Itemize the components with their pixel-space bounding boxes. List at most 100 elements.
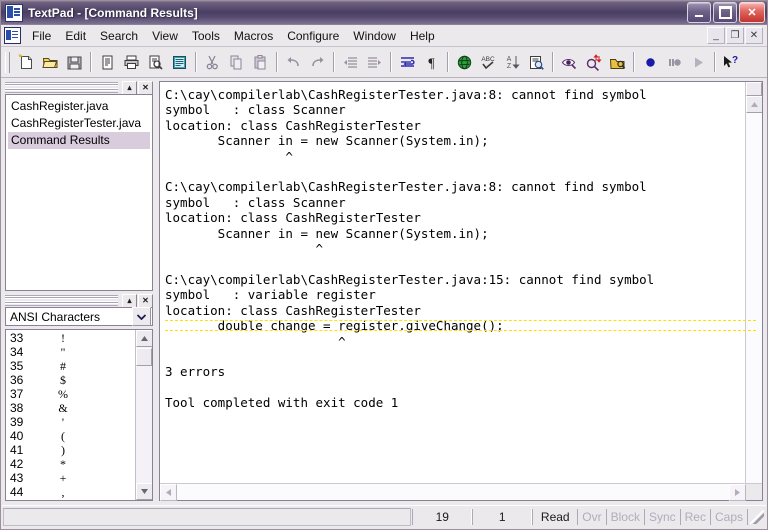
document-properties-icon[interactable] <box>167 51 191 74</box>
menu-configure[interactable]: Configure <box>280 27 346 45</box>
editor-hscrollbar-track[interactable] <box>177 484 729 500</box>
clip-library-select[interactable]: ANSI Characters <box>5 307 153 326</box>
command-results-editor: C:\cay\compilerlab\CashRegisterTester.ja… <box>159 81 763 501</box>
panel-drag-handle[interactable] <box>5 82 118 93</box>
list-item[interactable]: 33! <box>6 331 135 345</box>
document-item-cashregister[interactable]: CashRegister.java <box>8 98 150 115</box>
menu-file[interactable]: File <box>25 27 58 45</box>
svg-text:?: ? <box>732 55 738 66</box>
list-item[interactable]: 34" <box>6 345 135 359</box>
list-item[interactable]: 44, <box>6 485 135 499</box>
status-message-area <box>3 508 411 526</box>
pause-macro-icon[interactable] <box>662 51 686 74</box>
document-item-command-results[interactable]: Command Results <box>8 132 150 149</box>
document-selector-title-bar: ▴ ✕ <box>5 81 153 94</box>
undo-icon[interactable] <box>281 51 305 74</box>
menu-tools[interactable]: Tools <box>185 27 227 45</box>
editor-scroll-left-button[interactable] <box>160 484 177 501</box>
decrease-indent-icon[interactable] <box>338 51 362 74</box>
char-glyph: ! <box>48 331 78 345</box>
menu-view[interactable]: View <box>145 27 185 45</box>
scrollbar-thumb[interactable] <box>136 348 152 366</box>
editor-scroll-right-button[interactable] <box>729 484 746 501</box>
list-item[interactable]: 39' <box>6 415 135 429</box>
menu-window[interactable]: Window <box>346 27 403 45</box>
clip-library-selected-value: ANSI Characters <box>6 310 132 324</box>
spell-check-icon[interactable]: ABC <box>476 51 500 74</box>
toolbar-separator <box>552 52 553 72</box>
scrollbar-track[interactable] <box>136 366 152 483</box>
list-item[interactable]: 45- <box>6 499 135 500</box>
editor-scrollbar-track[interactable] <box>746 113 762 483</box>
web-browser-icon[interactable] <box>452 51 476 74</box>
editor-scroll-up-button[interactable] <box>746 96 763 113</box>
list-item[interactable]: 35# <box>6 359 135 373</box>
char-code: 44 <box>6 485 48 499</box>
word-wrap-icon[interactable] <box>395 51 419 74</box>
record-macro-icon[interactable] <box>638 51 662 74</box>
list-item[interactable]: 41) <box>6 443 135 457</box>
menu-macros[interactable]: Macros <box>227 27 280 45</box>
open-file-icon[interactable] <box>38 51 62 74</box>
replace-icon[interactable] <box>605 51 629 74</box>
menu-search[interactable]: Search <box>93 27 145 45</box>
selection-dashed-line-top <box>165 320 756 321</box>
char-code: 41 <box>6 443 48 457</box>
svg-text:Z: Z <box>506 63 511 70</box>
clip-library-list[interactable]: 33! 34" 35# 36$ 37% 38& 39' 40( 41) 42* … <box>5 329 153 501</box>
editor-horizontal-scrollbar[interactable] <box>160 483 762 500</box>
mdi-minimize-button[interactable]: _ <box>707 27 725 44</box>
play-macro-icon[interactable] <box>686 51 710 74</box>
print-icon[interactable] <box>119 51 143 74</box>
copy-to-document-icon[interactable] <box>95 51 119 74</box>
document-icon[interactable] <box>4 27 21 44</box>
chevron-down-icon[interactable] <box>132 307 151 326</box>
show-paragraph-marks-icon[interactable]: ¶ <box>419 51 443 74</box>
panel-collapse-button[interactable]: ▴ <box>122 81 137 95</box>
list-item[interactable]: 40( <box>6 429 135 443</box>
list-item[interactable]: 37% <box>6 387 135 401</box>
char-code: 35 <box>6 359 48 373</box>
maximize-button[interactable] <box>713 2 737 23</box>
print-preview-icon[interactable] <box>143 51 167 74</box>
editor-text[interactable]: C:\cay\compilerlab\CashRegisterTester.ja… <box>160 82 745 483</box>
document-selector-list[interactable]: CashRegister.java CashRegisterTester.jav… <box>5 94 153 291</box>
editor-vertical-scrollbar[interactable] <box>745 82 762 483</box>
new-file-icon[interactable] <box>14 51 38 74</box>
editor-scrollbar-thumb[interactable] <box>746 82 762 96</box>
toolbar-grip[interactable] <box>5 52 10 73</box>
context-help-icon[interactable]: ? <box>719 51 743 74</box>
mdi-close-button[interactable]: ✕ <box>745 27 763 44</box>
close-button[interactable]: ✕ <box>739 2 765 23</box>
list-item[interactable]: 42* <box>6 457 135 471</box>
scroll-up-button[interactable] <box>136 330 153 347</box>
paste-icon[interactable] <box>248 51 272 74</box>
menu-help[interactable]: Help <box>403 27 442 45</box>
list-item[interactable]: 43+ <box>6 471 135 485</box>
clip-library-close-button[interactable]: ✕ <box>138 294 153 308</box>
clip-library-title-bar: ▴ ✕ <box>5 294 153 307</box>
panel-close-button[interactable]: ✕ <box>138 81 153 95</box>
redo-icon[interactable] <box>305 51 329 74</box>
toolbar-separator <box>333 52 334 72</box>
clip-library-collapse-button[interactable]: ▴ <box>122 294 137 308</box>
clip-library-drag-handle[interactable] <box>5 295 118 306</box>
sort-icon[interactable]: A Z <box>500 51 524 74</box>
copy-icon[interactable] <box>224 51 248 74</box>
list-item[interactable]: 38& <box>6 401 135 415</box>
increase-indent-icon[interactable] <box>362 51 386 74</box>
find-next-icon[interactable] <box>581 51 605 74</box>
cut-icon[interactable] <box>200 51 224 74</box>
scroll-down-button[interactable] <box>136 483 153 500</box>
minimize-button[interactable] <box>687 2 711 23</box>
list-item[interactable]: 36$ <box>6 373 135 387</box>
mdi-restore-button[interactable]: ❐ <box>726 27 744 44</box>
find-icon[interactable] <box>557 51 581 74</box>
resize-grip[interactable] <box>750 510 764 524</box>
clip-library-scrollbar[interactable] <box>135 330 152 500</box>
find-in-files-icon[interactable] <box>524 51 548 74</box>
menu-edit[interactable]: Edit <box>58 27 93 45</box>
document-item-cashregistertester[interactable]: CashRegisterTester.java <box>8 115 150 132</box>
save-file-icon[interactable] <box>62 51 86 74</box>
scrollbar-corner <box>746 484 762 500</box>
